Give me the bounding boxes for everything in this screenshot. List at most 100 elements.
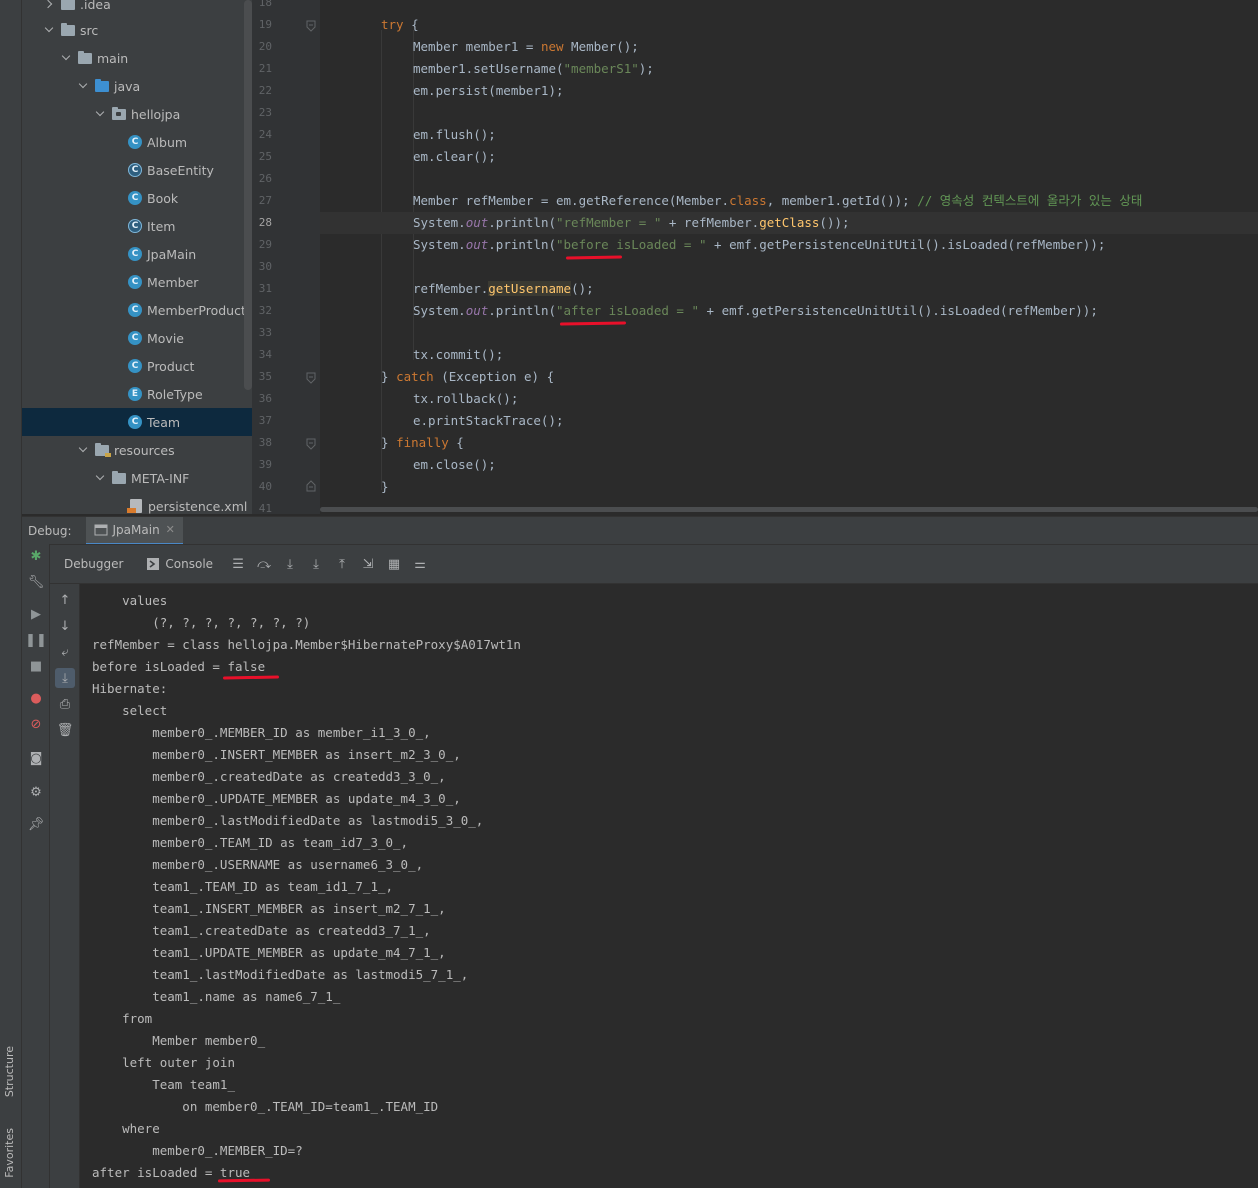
view-breakpoints-icon[interactable]: ● (26, 688, 46, 708)
console-line: Team team1_ (92, 1077, 235, 1092)
code-line-28-current: System.out.println("refMember = " + refM… (320, 212, 1258, 234)
arrow-up-icon[interactable]: ↑ (55, 590, 75, 610)
tool-window-stripe: Structure Favorites (0, 0, 22, 1188)
camera-icon[interactable]: ◙ (26, 748, 46, 768)
tree-item-class[interactable]: C Album (22, 128, 252, 156)
line-number: 26 (258, 172, 272, 185)
pin-icon[interactable]: 📌︎ (26, 814, 46, 834)
chevron-down-icon[interactable] (78, 80, 90, 92)
fold-marker-icon[interactable] (306, 20, 316, 32)
menu-icon[interactable]: ☰ (227, 553, 249, 575)
line-number: 37 (258, 414, 272, 427)
line-number: 22 (258, 84, 272, 97)
abstract-class-icon: C (128, 163, 142, 177)
print-icon[interactable]: ⎙ (55, 694, 75, 714)
console-line: left outer join (92, 1055, 235, 1070)
tree-item-meta-inf[interactable]: META-INF (22, 464, 252, 492)
fold-marker-icon[interactable] (306, 372, 316, 384)
structure-tab[interactable]: Structure (3, 1046, 16, 1097)
settings-icon[interactable]: ⚙ (26, 782, 46, 802)
tree-item-src[interactable]: src (22, 16, 252, 44)
evaluate-expression-icon[interactable]: ▦ (383, 553, 405, 575)
console-line: member0_.USERNAME as username6_3_0_, (92, 857, 424, 872)
tree-item-java[interactable]: java (22, 72, 252, 100)
code-line-40: } (381, 479, 389, 494)
code-line-22: em.persist(member1); (413, 83, 564, 98)
tree-item-class-selected[interactable]: C Team (22, 408, 252, 436)
tab-debugger[interactable]: Debugger (64, 557, 123, 571)
code-line-36: tx.rollback(); (413, 391, 519, 406)
tree-item-class[interactable]: C BaseEntity (22, 156, 252, 184)
favorites-tab[interactable]: Favorites (3, 1128, 16, 1178)
trash-icon[interactable]: 🗑︎ (55, 720, 75, 740)
step-into-icon[interactable]: ⤓ (279, 553, 301, 575)
tree-item-label: RoleType (147, 386, 203, 402)
tree-item-main[interactable]: main (22, 44, 252, 72)
tree-item-resources[interactable]: resources (22, 436, 252, 464)
scroll-to-end-icon[interactable]: ⤓ (55, 668, 75, 688)
debug-bug-icon[interactable]: ✱ (26, 546, 46, 566)
step-out-icon[interactable]: ⤒ (331, 553, 353, 575)
fold-marker-icon[interactable] (306, 438, 316, 450)
wrench-icon[interactable]: 🔧︎ (26, 572, 46, 592)
red-underline-annotation (559, 321, 627, 326)
tree-item-class[interactable]: E RoleType (22, 380, 252, 408)
editor-horizontal-scrollbar[interactable] (320, 505, 1258, 514)
folder-icon (61, 0, 75, 10)
console-line: member0_.lastModifiedDate as lastmodi5_3… (92, 813, 484, 828)
step-over-icon[interactable]: ⤼ (253, 553, 275, 575)
console-line: on member0_.TEAM_ID=team1_.TEAM_ID (92, 1099, 439, 1114)
soft-wrap-icon[interactable]: ⤶ (55, 642, 75, 662)
chevron-down-icon[interactable] (44, 24, 56, 36)
tree-item-class[interactable]: C Movie (22, 324, 252, 352)
tree-item-class[interactable]: C Item (22, 212, 252, 240)
trace-icon[interactable]: ⚌ (409, 553, 431, 575)
debug-side-toolbar: ✱ 🔧︎ ▶ ❚❚ ■ ● ⊘ ◙ ⚙ 📌︎ (22, 544, 50, 1188)
pause-icon[interactable]: ❚❚ (25, 630, 47, 650)
tree-item-class[interactable]: C Product (22, 352, 252, 380)
debug-session-label: JpaMain (112, 522, 160, 537)
line-number: 38 (258, 436, 272, 449)
resume-icon[interactable]: ▶ (26, 604, 46, 624)
editor-gutter: 18 19 20 21 22 23 24 25 26 27 28 29 30 3… (252, 0, 338, 515)
run-to-cursor-icon[interactable]: ⇲ (357, 553, 379, 575)
tree-item-class[interactable]: C Book (22, 184, 252, 212)
code-line-35: } catch (Exception e) { (381, 369, 555, 384)
force-step-into-icon[interactable]: ⤓ (305, 553, 327, 575)
project-tree: .idea src main java hellojpa C Album C B… (22, 0, 252, 514)
tree-item-label: META-INF (131, 470, 190, 486)
console-output[interactable]: values (?, ?, ?, ?, ?, ?, ?) refMember =… (80, 585, 1258, 1188)
console-line: team1_.name as name6_7_1_ (92, 989, 341, 1004)
fold-marker-icon[interactable] (306, 480, 316, 492)
tree-item-class[interactable]: C MemberProduct (22, 296, 252, 324)
arrow-down-icon[interactable]: ↓ (55, 616, 75, 636)
scrollbar-thumb[interactable] (320, 507, 1258, 512)
console-line: member0_.MEMBER_ID=? (92, 1143, 303, 1158)
tree-item-hellojpa[interactable]: hellojpa (22, 100, 252, 128)
chevron-right-icon[interactable] (44, 0, 56, 10)
tree-item-label: Team (147, 414, 181, 430)
code-line-29: System.out.println("before isLoaded = " … (413, 237, 1106, 252)
console-line: Hibernate: (92, 681, 168, 696)
line-number: 35 (258, 370, 272, 383)
close-icon[interactable]: ✕ (166, 523, 175, 536)
debug-label: Debug: (28, 523, 72, 538)
tree-item-class[interactable]: C JpaMain (22, 240, 252, 268)
tree-item-class[interactable]: C Member (22, 268, 252, 296)
runnable-class-icon: C (128, 247, 142, 261)
chevron-down-icon[interactable] (95, 108, 107, 120)
tab-console[interactable]: Console (147, 557, 213, 571)
code-editor[interactable]: try { Member member1 = new Member(); mem… (320, 0, 1258, 514)
chevron-down-icon[interactable] (61, 52, 73, 64)
tree-item-persistence-xml[interactable]: persistence.xml (22, 492, 252, 514)
mute-breakpoints-icon[interactable]: ⊘ (26, 714, 46, 734)
chevron-down-icon[interactable] (78, 444, 90, 456)
chevron-down-icon[interactable] (95, 472, 107, 484)
code-line-39: em.close(); (413, 457, 496, 472)
code-line-27: Member refMember = em.getReference(Membe… (413, 193, 1143, 208)
tree-scrollbar[interactable] (244, 0, 252, 390)
console-line: team1_.TEAM_ID as team_id1_7_1_, (92, 879, 394, 894)
debug-session-tab[interactable]: JpaMain ✕ (85, 516, 183, 545)
code-line-37: e.printStackTrace(); (413, 413, 564, 428)
stop-icon[interactable]: ■ (26, 656, 46, 676)
